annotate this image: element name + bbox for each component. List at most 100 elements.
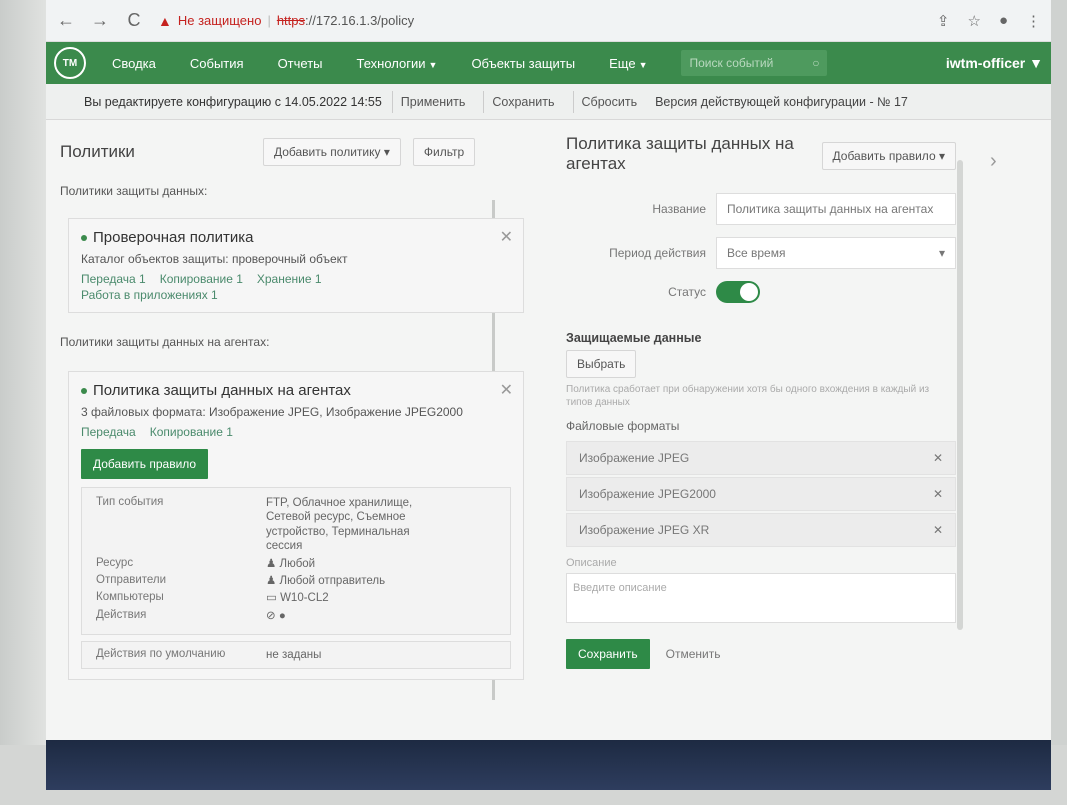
policy-card[interactable]: Политика защиты данных на агентах ✕ 3 фа… [68,371,524,681]
add-policy-button[interactable]: Добавить политику ▾ [262,138,401,166]
file-formats-heading: Файловые форматы [566,418,680,433]
choose-wrap: Выбрать [566,349,956,378]
url-separator: | [267,13,271,28]
security-status: Не защищено [177,13,262,28]
search-input[interactable]: Поиск событий ○ [681,50,828,76]
save-config-button[interactable]: Сохранить [483,90,562,113]
rule-key: Компьютеры [96,591,164,604]
user-menu[interactable]: iwtm-officer ▼ [946,55,1043,71]
close-icon[interactable]: ✕ [500,227,513,247]
rule-value: ▭ W10-CL2 [266,592,329,605]
rule-details[interactable]: Тип события FTP, Облачное хранилище, Сет… [81,487,511,635]
rule-row: Действия ⊘ ● [96,609,496,623]
status-toggle[interactable] [716,280,760,303]
period-select[interactable]: Все время ▾ [716,236,956,269]
name-label: Название [652,201,706,216]
save-button[interactable]: Сохранить [566,638,650,669]
nav-item-summary[interactable]: Сводка [112,56,156,71]
search-placeholder: Поиск событий [689,56,774,70]
rule-value: ♟ Любой отправитель [266,574,386,587]
toggle-knob [740,282,758,301]
share-icon[interactable]: ⇪ [937,12,950,30]
format-list: Изображение JPEG ✕ Изображение JPEG2000 ✕ … [566,440,956,547]
rule-key: Ресурс [96,556,134,569]
nav-item-more[interactable]: Еще ▼ [609,56,647,71]
list-item[interactable]: Изображение JPEG2000 ✕ [566,476,956,511]
rule-key: Действия по умолчанию [96,648,226,660]
config-message: Вы редактируете конфигурацию с 14.05.202… [84,94,382,109]
status-dot-icon [81,387,87,394]
link-copy[interactable]: Копирование 1 [150,425,233,439]
period-label: Период действия [609,245,706,260]
link-transfer[interactable]: Передача [81,425,136,439]
link-apps[interactable]: Работа в приложениях 1 [81,288,218,302]
nav-item-reports[interactable]: Отчеты [278,56,323,71]
link-copy[interactable]: Копирование 1 [160,272,243,286]
list-item[interactable]: Изображение JPEG XR ✕ [566,512,956,547]
policy-editor-panel: Политика защиты данных на агентах Добави… [566,134,956,754]
policies-header: Политики Добавить политику ▾ Фильтр [60,134,530,170]
protected-data-heading: Защищаемые данные [566,330,702,345]
period-row: Период действия Все время ▾ [566,236,956,269]
section-label-data-policies: Политики защиты данных: [60,184,208,198]
add-rule-dropdown[interactable]: Добавить правило ▾ [821,142,956,170]
address-bar[interactable]: ▲ Не защищено | https://172.16.1.3/polic… [158,13,414,29]
status-row: Статус [566,280,956,303]
filter-button[interactable]: Фильтр [412,138,476,166]
caret-down-icon: ▼ [1029,55,1043,71]
editor-header: Политика защиты данных на агентах Добави… [566,134,956,175]
back-icon[interactable]: ← [56,10,76,31]
apply-button[interactable]: Применить [391,90,474,113]
reload-icon[interactable]: C [124,10,144,31]
close-icon[interactable]: ✕ [500,380,513,400]
browser-actions: ⇪ ☆ ● ⋮ [937,12,1041,30]
close-icon[interactable]: ✕ [933,487,943,501]
list-item[interactable]: Изображение JPEG ✕ [566,440,956,475]
config-version: Версия действующей конфигурации - № 17 [655,94,908,109]
rule-value: ♟ Любой [266,557,316,570]
app-navbar: TM Сводка События Отчеты Технологии ▼ Объ… [46,42,1051,84]
nav-item-events[interactable]: События [190,56,244,71]
default-actions: Действия по умолчанию не заданы [81,641,511,670]
action-icon: ● [278,609,286,622]
caret-down-icon: ▾ [938,149,945,163]
forward-icon[interactable]: → [90,10,110,31]
rule-row: Отправители ♟ Любой отправитель [96,574,496,588]
caret-down-icon: ▾ [383,145,390,159]
link-transfer[interactable]: Передача 1 [81,272,146,286]
scrollbar[interactable] [957,160,963,630]
rule-row: Тип события FTP, Облачное хранилище, Сет… [96,496,496,554]
chevron-right-icon[interactable]: › [990,150,997,173]
nav-item-protected-objects[interactable]: Объекты защиты [471,56,575,71]
star-icon[interactable]: ☆ [967,12,980,30]
monitor-bezel-right [1051,0,1067,805]
cancel-button[interactable]: Отменить [666,647,721,661]
url-path: ://172.16.1.3/policy [305,13,415,28]
choose-button[interactable]: Выбрать [566,349,637,378]
reset-button[interactable]: Сбросить [572,90,646,113]
close-icon[interactable]: ✕ [933,523,943,537]
profile-icon[interactable]: ● [999,12,1008,30]
policy-name[interactable]: Проверочная политика [81,229,511,246]
form-actions: Сохранить Отменить [566,638,956,669]
name-row: Название Политика защиты данных на агент… [566,192,956,225]
name-field[interactable]: Политика защиты данных на агентах [716,192,956,225]
policy-links: Передача 1 Копирование 1 Хранение 1 [81,272,511,286]
nav-item-technologies[interactable]: Технологии ▼ [357,56,438,71]
page-title: Политики [60,142,135,161]
menu-icon[interactable]: ⋮ [1026,12,1041,30]
logo-icon[interactable]: TM [54,47,86,79]
description-field[interactable]: Введите описание [566,572,956,623]
policy-card[interactable]: Проверочная политика ✕ Каталог объектов … [68,218,524,313]
user-icon: ♟ [266,574,277,587]
action-icon: ⊘ [266,609,276,622]
hint-text: Политика сработает при обнаружении хотя … [566,383,930,408]
close-icon[interactable]: ✕ [933,451,943,465]
add-rule-button[interactable]: Добавить правило [81,449,209,479]
rule-row: Ресурс ♟ Любой [96,557,496,571]
rule-value: FTP, Облачное хранилище, Сетевой ресурс,… [266,497,413,553]
warning-icon: ▲ [158,12,172,29]
policy-name[interactable]: Политика защиты данных на агентах [81,382,511,399]
link-storage[interactable]: Хранение 1 [257,272,322,286]
description-label: Описание [566,556,617,569]
